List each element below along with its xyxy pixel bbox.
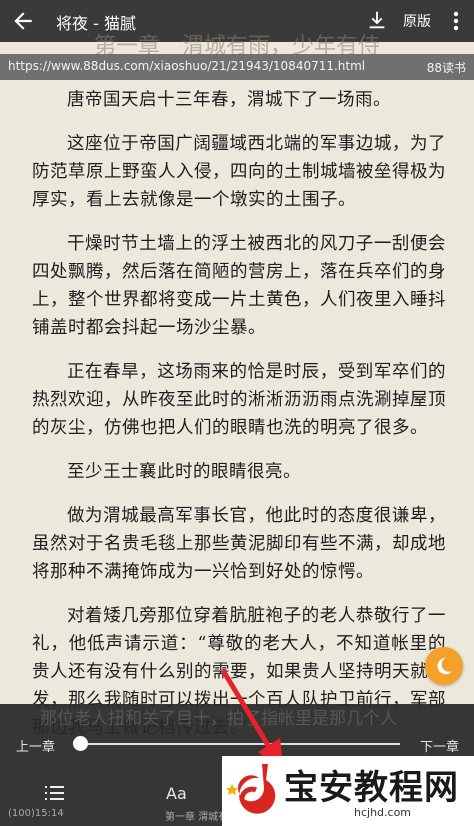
paragraph: 做为渭城最高军事长官，他此时的态度很谦卑，虽然对于名贵毛毯上那些黄泥脚印有些不满… [32,506,446,582]
source-url[interactable]: https://www.88dus.com/xiaoshuo/21/21943/… [8,59,365,73]
paragraph: 至少王士襄此时的眼睛很亮。 [67,462,301,482]
prev-chapter-button[interactable]: 上一章 [16,736,55,755]
underlying-text: 那位老人扭和关了目十，拍了指帐里是那几个人 [40,709,397,729]
chapter-content: 唐帝国天启十三年春，渭城下了一场雨。 这座位于帝国广阔疆域西北端的军事边城，为了… [32,86,446,758]
paragraph: 干燥时节土墙上的浮土被西北的风刀子一刮便会四处飘腾，然后落在简陋的营房上，落在兵… [32,234,446,338]
slider-thumb[interactable] [72,736,88,751]
table-of-contents-icon[interactable] [45,786,66,804]
moon-icon [437,657,453,675]
night-mode-button[interactable] [425,647,463,685]
watermark-banner: 宝安教程网 hcjhd.com [222,756,474,826]
next-chapter-button[interactable]: 下一章 [420,736,459,755]
paragraph: 唐帝国天启十三年春，渭城下了一场雨。 [67,90,391,110]
watermark-site-name: 宝安教程网 [284,768,459,808]
watermark-url: hcjhd.com [354,806,412,819]
paragraph: 正在春旱，这场雨来的恰是时辰，受到军卒们的热烈欢迎，从昨夜至此时的淅淅沥沥雨点洗… [32,362,446,438]
status-battery-time: (100)15:14 [8,808,64,819]
url-bar: https://www.88dus.com/xiaoshuo/21/21943/… [0,54,474,80]
paragraph: 这座位于帝国广阔疆域西北端的军事边城，为了防范草原上野蛮人入侵，四向的土制城墙被… [32,134,446,210]
font-settings-button[interactable]: Aa [166,784,187,803]
chapter-progress-slider[interactable] [80,743,400,745]
site-logo-icon [226,764,276,814]
source-site-name: 88读书 [426,61,466,75]
